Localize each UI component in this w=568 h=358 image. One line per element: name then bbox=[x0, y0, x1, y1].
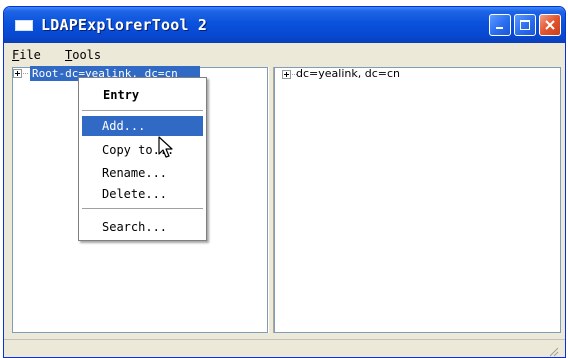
menu-item-delete[interactable]: Delete... bbox=[82, 184, 203, 204]
resize-grip-icon[interactable] bbox=[547, 345, 559, 357]
menu-item-rename[interactable]: Rename... bbox=[82, 163, 203, 183]
menu-separator bbox=[82, 110, 203, 112]
menu-item-add[interactable]: Add... bbox=[82, 116, 203, 136]
root-expand-icon[interactable] bbox=[13, 69, 22, 78]
menu-file-label: ile bbox=[19, 48, 41, 62]
menu-separator bbox=[82, 208, 203, 210]
menu-bar: File Tools bbox=[4, 43, 565, 65]
close-icon bbox=[545, 20, 555, 30]
window-title: LDAPExplorerTool 2 bbox=[41, 16, 208, 34]
status-bar bbox=[4, 339, 565, 357]
right-tree-pane[interactable] bbox=[274, 67, 561, 333]
close-button[interactable] bbox=[539, 14, 561, 36]
menu-item-copy-to[interactable]: Copy to... bbox=[82, 140, 203, 160]
menu-item-search[interactable]: Search... bbox=[82, 217, 203, 237]
menu-file[interactable]: File bbox=[12, 48, 41, 62]
mouse-cursor-icon bbox=[158, 136, 173, 158]
context-menu-header: Entry bbox=[103, 88, 140, 102]
maximize-button[interactable] bbox=[514, 14, 536, 36]
context-menu: Entry Add... Copy to... Rename... Delete… bbox=[78, 77, 207, 241]
right-tree-node[interactable]: dc=yealink, dc=cn bbox=[296, 67, 400, 80]
app-icon bbox=[15, 20, 33, 31]
menu-tools[interactable]: Tools bbox=[65, 48, 101, 62]
minimize-icon bbox=[496, 27, 503, 29]
right-node-expand-icon[interactable] bbox=[282, 70, 291, 79]
minimize-button[interactable] bbox=[489, 14, 511, 36]
tree-connector bbox=[23, 73, 28, 74]
menu-tools-label: ools bbox=[72, 48, 102, 62]
title-bar[interactable]: LDAPExplorerTool 2 bbox=[4, 7, 565, 43]
maximize-icon bbox=[520, 20, 530, 30]
